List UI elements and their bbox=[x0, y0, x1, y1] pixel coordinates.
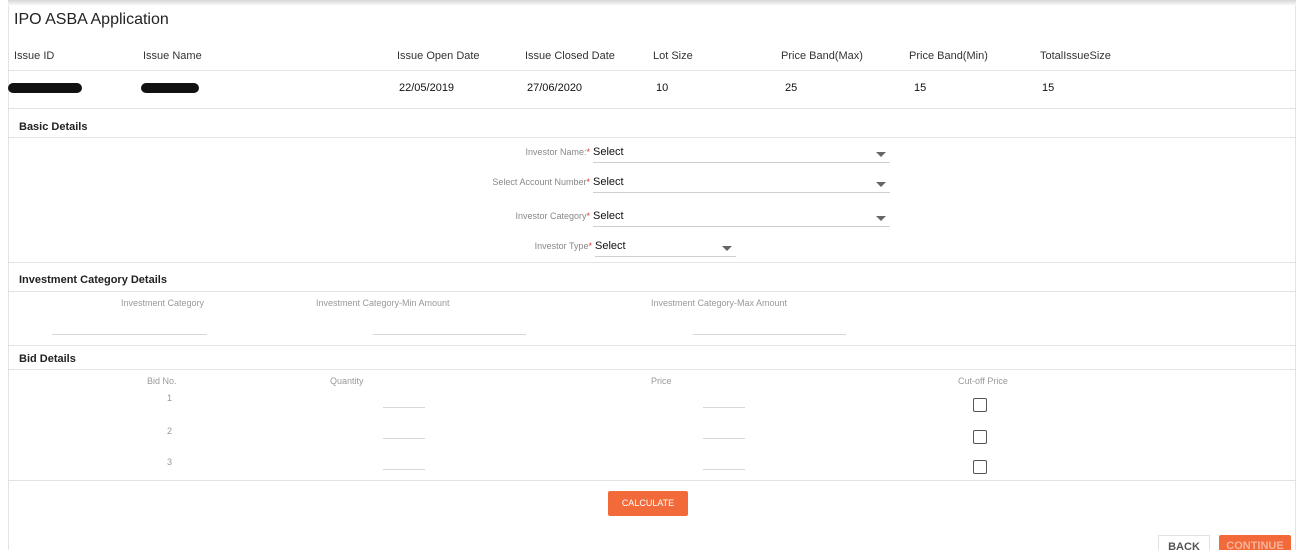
account-number-select[interactable]: Select bbox=[593, 173, 890, 193]
bid-no-header: Bid No. bbox=[147, 376, 177, 386]
value-price-band-min: 15 bbox=[914, 82, 927, 94]
chevron-down-icon bbox=[722, 246, 732, 251]
divider bbox=[9, 70, 1296, 71]
chevron-down-icon bbox=[876, 216, 886, 221]
bid-details-title: Bid Details bbox=[19, 353, 76, 365]
redacted-issue-id bbox=[8, 83, 82, 93]
cut-off-price-checkbox-1[interactable] bbox=[973, 398, 987, 412]
min-amount-header: Investment Category-Min Amount bbox=[316, 298, 450, 308]
investor-category-select[interactable]: Select bbox=[593, 207, 890, 227]
basic-details-title: Basic Details bbox=[19, 121, 88, 133]
cut-off-price-header: Cut-off Price bbox=[958, 376, 1008, 386]
quantity-header: Quantity bbox=[330, 376, 364, 386]
investor-type-value: Select bbox=[595, 240, 626, 252]
header-price-band-max: Price Band(Max) bbox=[781, 50, 863, 62]
investor-type-label: Investor Type* bbox=[534, 241, 592, 251]
quantity-input-2[interactable] bbox=[383, 438, 425, 439]
header-issue-id: Issue ID bbox=[14, 50, 55, 62]
divider bbox=[9, 137, 1296, 138]
divider bbox=[9, 108, 1296, 109]
price-input-2[interactable] bbox=[703, 438, 745, 439]
investor-category-label: Investor Category* bbox=[515, 211, 590, 221]
header-price-band-min: Price Band(Min) bbox=[909, 50, 988, 62]
investment-category-input[interactable] bbox=[52, 334, 207, 335]
cut-off-price-checkbox-2[interactable] bbox=[973, 430, 987, 444]
value-issue-open-date: 22/05/2019 bbox=[399, 82, 455, 94]
bid-no-1: 1 bbox=[167, 393, 173, 403]
divider bbox=[9, 291, 1296, 292]
investor-category-value: Select bbox=[593, 210, 624, 222]
back-button[interactable]: BACK bbox=[1158, 535, 1210, 550]
investment-category-header: Investment Category bbox=[121, 298, 205, 308]
application-panel bbox=[8, 6, 1296, 550]
value-total-issue-size: 15 bbox=[1042, 82, 1055, 94]
value-price-band-max: 25 bbox=[785, 82, 798, 94]
price-input-3[interactable] bbox=[703, 469, 745, 470]
chevron-down-icon bbox=[876, 182, 886, 187]
price-input-1[interactable] bbox=[703, 407, 745, 408]
divider bbox=[9, 345, 1296, 346]
header-issue-closed-date: Issue Closed Date bbox=[525, 50, 615, 62]
value-lot-size: 10 bbox=[656, 82, 669, 94]
account-number-value: Select bbox=[593, 176, 624, 188]
bid-no-3: 3 bbox=[167, 457, 173, 467]
header-total-issue-size: TotalIssueSize bbox=[1040, 50, 1111, 62]
investor-name-label: Investor Name:* bbox=[525, 147, 590, 157]
investment-category-title: Investment Category Details bbox=[19, 274, 167, 286]
max-amount-header: Investment Category-Max Amount bbox=[651, 298, 788, 308]
divider bbox=[9, 480, 1296, 481]
investor-type-select[interactable]: Select bbox=[595, 237, 736, 257]
investor-name-select[interactable]: Select bbox=[593, 143, 890, 163]
bid-no-2: 2 bbox=[167, 426, 173, 436]
value-issue-closed-date: 27/06/2020 bbox=[527, 82, 583, 94]
max-amount-input[interactable] bbox=[693, 334, 846, 335]
cut-off-price-checkbox-3[interactable] bbox=[973, 460, 987, 474]
account-number-label: Select Account Number* bbox=[492, 177, 590, 187]
header-issue-name: Issue Name bbox=[143, 50, 202, 62]
divider bbox=[9, 369, 1296, 370]
page-title: IPO ASBA Application bbox=[14, 11, 169, 28]
min-amount-input[interactable] bbox=[373, 334, 526, 335]
quantity-input-3[interactable] bbox=[383, 469, 425, 470]
price-header: Price bbox=[651, 376, 672, 386]
chevron-down-icon bbox=[876, 152, 886, 157]
redacted-issue-name bbox=[141, 83, 199, 93]
header-issue-open-date: Issue Open Date bbox=[397, 50, 480, 62]
divider bbox=[9, 262, 1296, 263]
continue-button[interactable]: CONTINUE bbox=[1219, 535, 1291, 550]
calculate-button[interactable]: CALCULATE bbox=[608, 491, 688, 516]
quantity-input-1[interactable] bbox=[383, 407, 425, 408]
header-lot-size: Lot Size bbox=[653, 50, 693, 62]
investor-name-value: Select bbox=[593, 146, 624, 158]
